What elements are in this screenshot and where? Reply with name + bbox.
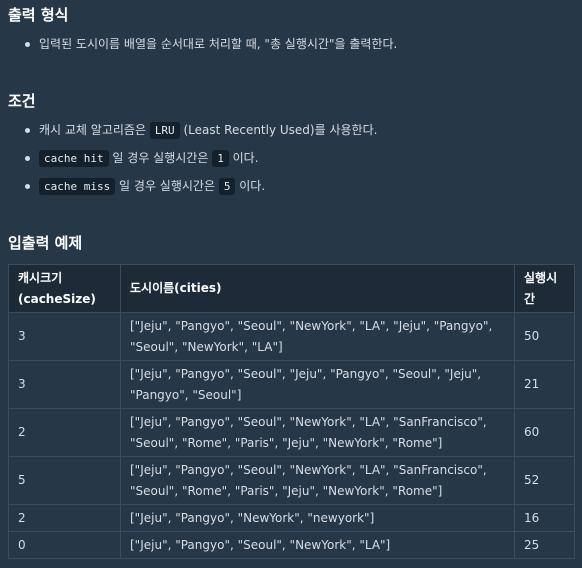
list-item: 입력된 도시이름 배열을 순서대로 처리할 때, "총 실행시간"을 출력한다.: [22, 32, 397, 60]
examples-table: 캐시크기(cacheSize) 도시이름(cities) 실행시간 3 ["Je…: [8, 264, 575, 559]
table-row: 0 ["Jeju", "Pangyo", "Seoul", "NewYork",…: [8, 531, 575, 559]
cell-cache-size: 0: [8, 531, 121, 559]
condition-text: 이다.: [228, 151, 259, 165]
cell-cities: ["Jeju", "Pangyo", "NewYork", "newyork"]: [120, 504, 515, 532]
cell-cache-size: 3: [8, 360, 121, 409]
condition-text: 캐시 교체 알고리즘은: [39, 123, 150, 137]
conditions-list: 캐시 교체 알고리즘은 LRU (Least Recently Used)를 사…: [22, 118, 377, 202]
cell-cache-size: 2: [8, 504, 121, 532]
list-item: cache miss 일 경우 실행시간은 5 이다.: [22, 174, 377, 202]
cell-time: 50: [514, 312, 575, 361]
header-time: 실행시간: [514, 264, 575, 313]
table-row: 5 ["Jeju", "Pangyo", "Seoul", "NewYork",…: [8, 456, 575, 505]
table-row: 2 ["Jeju", "Pangyo", "NewYork", "newyork…: [8, 504, 575, 532]
condition-text: 일 경우 실행시간은: [115, 179, 219, 193]
output-format-list: 입력된 도시이름 배열을 순서대로 처리할 때, "총 실행시간"을 출력한다.: [22, 32, 397, 60]
table-row: 3 ["Jeju", "Pangyo", "Seoul", "NewYork",…: [8, 312, 575, 361]
examples-heading: 입출력 예제: [8, 234, 83, 252]
code-hit-time: 1: [212, 150, 229, 167]
list-item: 캐시 교체 알고리즘은 LRU (Least Recently Used)를 사…: [22, 118, 377, 146]
cell-time: 21: [514, 360, 575, 409]
table-row: 2 ["Jeju", "Pangyo", "Seoul", "NewYork",…: [8, 408, 575, 457]
header-cache-size: 캐시크기(cacheSize): [8, 264, 121, 313]
table-header-row: 캐시크기(cacheSize) 도시이름(cities) 실행시간: [8, 264, 575, 313]
cell-cache-size: 3: [8, 312, 121, 361]
cell-time: 52: [514, 456, 575, 505]
cell-cache-size: 5: [8, 456, 121, 505]
code-lru: LRU: [149, 122, 180, 139]
header-cities: 도시이름(cities): [120, 264, 515, 313]
code-cache-hit: cache hit: [39, 150, 109, 167]
condition-text: 이다.: [235, 179, 266, 193]
list-item: cache hit 일 경우 실행시간은 1 이다.: [22, 146, 377, 174]
cell-cities: ["Jeju", "Pangyo", "Seoul", "NewYork", "…: [120, 531, 515, 559]
code-miss-time: 5: [218, 178, 236, 195]
output-format-heading: 출력 형식: [8, 6, 69, 24]
cell-cities: ["Jeju", "Pangyo", "Seoul", "Jeju", "Pan…: [120, 360, 515, 409]
table-row: 3 ["Jeju", "Pangyo", "Seoul", "Jeju", "P…: [8, 360, 575, 409]
cell-cities: ["Jeju", "Pangyo", "Seoul", "NewYork", "…: [120, 456, 515, 505]
cell-time: 16: [514, 504, 575, 532]
cell-cities: ["Jeju", "Pangyo", "Seoul", "NewYork", "…: [120, 408, 515, 457]
condition-text: (Least Recently Used)를 사용한다.: [179, 123, 378, 137]
condition-text: 일 경우 실행시간은: [108, 151, 213, 165]
code-cache-miss: cache miss: [39, 178, 116, 195]
conditions-heading: 조건: [8, 92, 36, 110]
cell-cities: ["Jeju", "Pangyo", "Seoul", "NewYork", "…: [120, 312, 515, 361]
cell-time: 60: [514, 408, 575, 457]
cell-time: 25: [514, 531, 575, 559]
cell-cache-size: 2: [8, 408, 121, 457]
